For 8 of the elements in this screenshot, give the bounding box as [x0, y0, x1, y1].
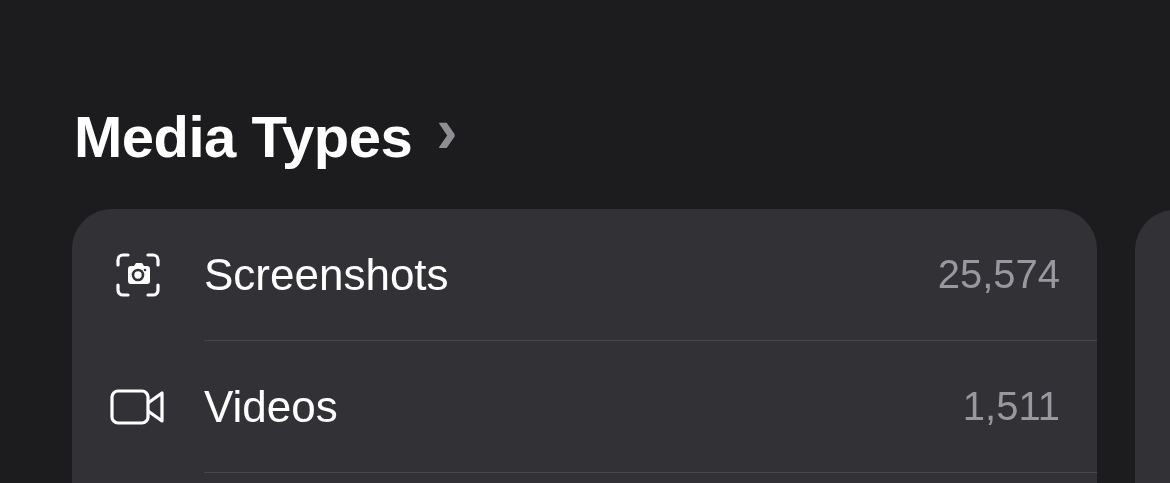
camera-icon	[114, 251, 162, 299]
section-title[interactable]: Media Types	[74, 102, 413, 170]
video-camera-icon	[110, 389, 166, 425]
item-count: 1,511	[962, 384, 1060, 429]
row-label[interactable]: Screenshots	[204, 249, 449, 300]
row-label[interactable]: Videos	[204, 381, 338, 432]
item-count: 25,574	[937, 252, 1060, 297]
chevron-icon[interactable]: ›	[436, 98, 458, 162]
